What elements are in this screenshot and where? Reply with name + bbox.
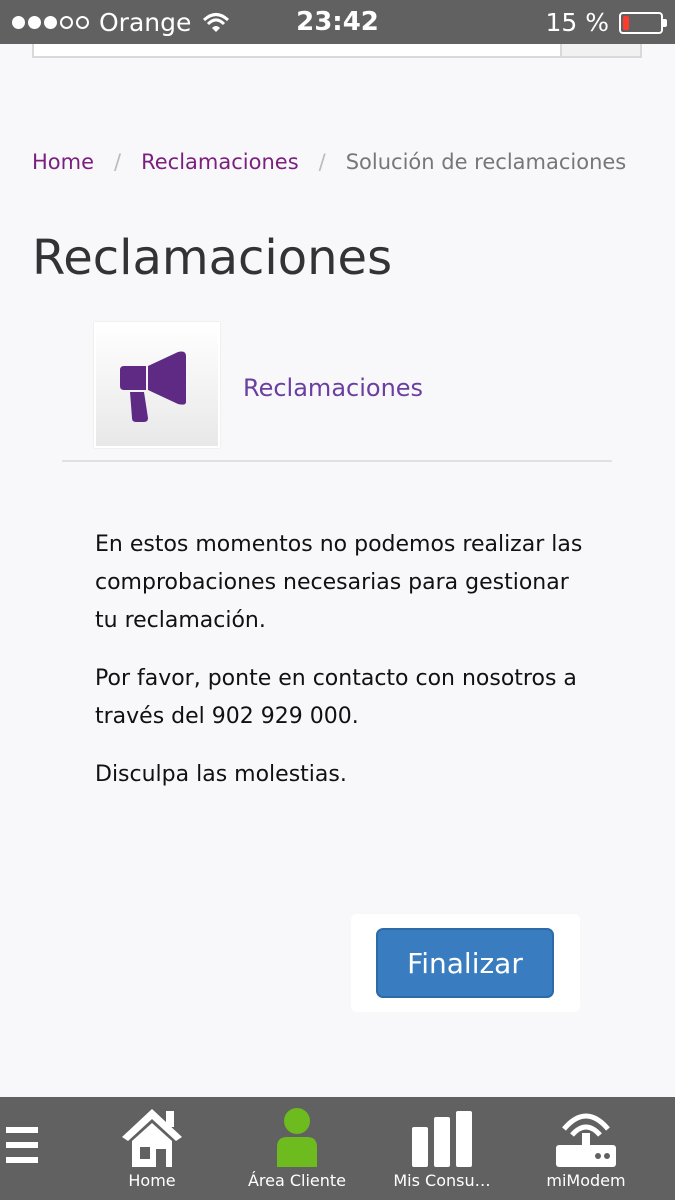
message: En estos momentos no podemos realizar la… [95,526,595,814]
nav-label-mis-consumos: Mis Consu… [393,1171,491,1190]
product-image [94,322,220,448]
breadcrumb-home[interactable]: Home [32,150,94,174]
page-title: Reclamaciones [32,230,393,286]
user-icon [277,1108,317,1167]
search-bar[interactable] [32,44,642,58]
nav-item-home[interactable]: Home [107,1097,197,1200]
battery-percent: 15 % [545,8,609,37]
product-name[interactable]: Reclamaciones [243,374,423,402]
breadcrumb-reclamaciones[interactable]: Reclamaciones [141,150,299,174]
status-bar: Orange 23:42 15 % [0,0,675,44]
breadcrumb-separator: / [318,150,326,174]
nav-label-area-cliente: Área Cliente [247,1171,347,1190]
battery-icon [619,11,667,34]
nav-item-mimodem[interactable]: miModem [540,1097,632,1200]
bar-chart-icon [412,1111,472,1167]
nav-label-home: Home [128,1171,176,1190]
status-right: 15 % [545,8,667,37]
nav-label-mimodem: miModem [546,1171,626,1190]
message-paragraph: Disculpa las molestias. [95,762,347,787]
router-icon [556,1113,616,1167]
finalize-button[interactable]: Finalizar [376,928,554,998]
search-button[interactable] [560,44,640,56]
product-row: Reclamaciones [62,322,612,462]
megaphone-icon [120,351,186,422]
finalize-container: Finalizar [351,914,580,1012]
nav-item-area-cliente[interactable]: Área Cliente [242,1097,352,1200]
menu-icon[interactable] [6,1127,38,1173]
breadcrumb: Home / Reclamaciones / Solución de recla… [32,150,626,174]
bottom-nav: Home Área Cliente Mis Consu… miModem [0,1097,675,1200]
battery-level [623,15,629,30]
breadcrumb-current: Solución de reclamaciones [345,150,627,174]
message-paragraph: Por favor, ponte en contacto con nosotro… [95,666,577,729]
house-icon [122,1109,182,1167]
message-paragraph: En estos momentos no podemos realizar la… [95,532,583,633]
breadcrumb-separator: / [114,150,122,174]
nav-item-mis-consumos[interactable]: Mis Consu… [384,1097,500,1200]
